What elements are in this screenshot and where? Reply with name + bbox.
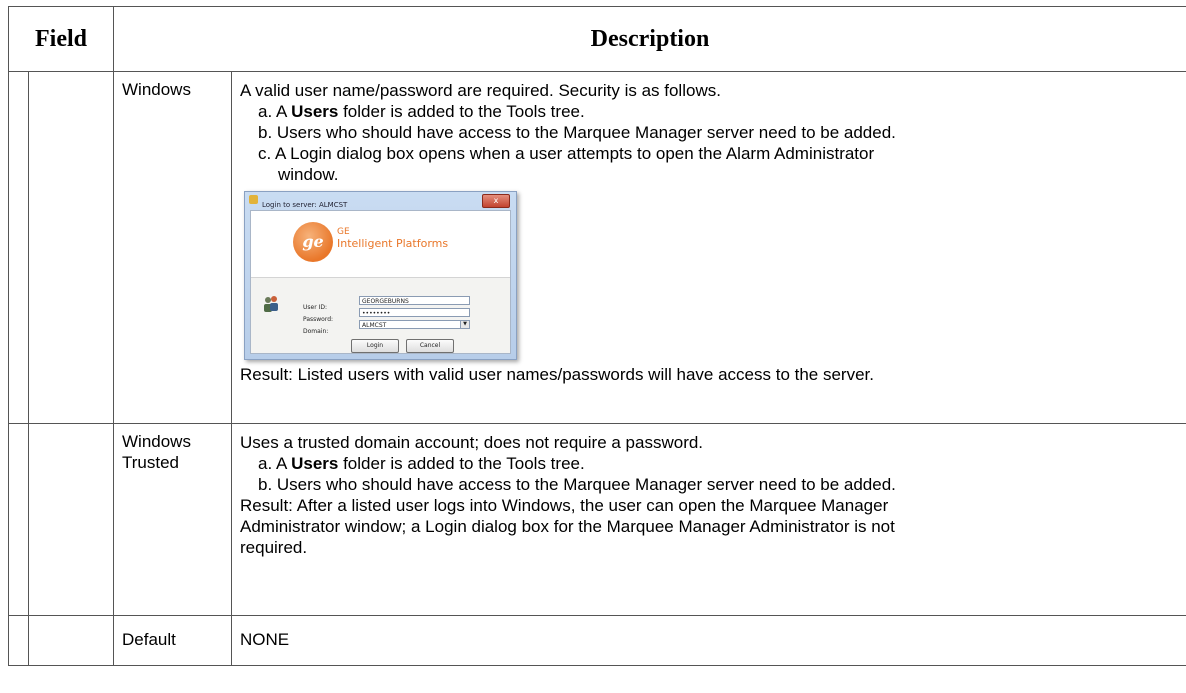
list-item: a. A Users folder is added to the Tools …: [240, 101, 1178, 122]
indent-cell: [28, 423, 114, 616]
indent-cell: [8, 615, 29, 666]
users-icon: [264, 296, 278, 312]
user-id-field: GEORGEBURNS: [359, 296, 470, 305]
login-button: Login: [351, 339, 399, 353]
table-row: Windows A valid user name/password are r…: [8, 71, 1186, 424]
description-cell: NONE: [231, 615, 1186, 666]
ge-logo: ge: [293, 222, 333, 262]
field-name-cell: Default: [113, 615, 232, 666]
table-header-row: Field Description: [8, 6, 1186, 72]
field-column-header: Field: [8, 6, 114, 72]
dialog-titlebar: Login to server: ALMCST x: [245, 192, 516, 209]
description-text: A valid user name/password are required.…: [232, 72, 1186, 393]
description-intro: Uses a trusted domain account; does not …: [240, 433, 704, 452]
cancel-button: Cancel: [406, 339, 454, 353]
users-folder-name: Users: [291, 102, 339, 121]
close-icon: x: [482, 194, 510, 208]
description-intro: A valid user name/password are required.…: [240, 81, 721, 100]
description-text: Uses a trusted domain account; does not …: [232, 424, 1186, 558]
result-line: required.: [240, 538, 308, 557]
dialog-body: ge GE Intelligent Platforms User ID: GEO…: [250, 210, 511, 354]
lock-icon: [249, 195, 258, 204]
result-text: Result: Listed users with valid user nam…: [240, 365, 874, 384]
table-row: Windows Trusted Uses a trusted domain ac…: [8, 423, 1186, 616]
login-dialog-image: Login to server: ALMCST x ge GE Intellig…: [244, 191, 517, 360]
field-name-cell: Windows Trusted: [113, 423, 232, 616]
field-name: Default: [122, 630, 176, 649]
result-line: Administrator window; a Login dialog box…: [240, 517, 895, 536]
list-item-suffix: folder is added to the Tools tree.: [338, 102, 585, 121]
domain-label: Domain:: [303, 328, 329, 335]
domain-value: ALMCST: [362, 322, 387, 329]
list-item-continuation: window.: [278, 165, 339, 184]
list-item: c. A Login dialog box opens when a user …: [240, 143, 1178, 185]
field-name: Windows Trusted: [114, 424, 231, 473]
field-name-line: Windows: [122, 432, 191, 451]
field-name-line: Trusted: [122, 453, 180, 472]
list-item-prefix: a. A: [258, 454, 292, 473]
password-field: ••••••••: [359, 308, 470, 317]
field-name-cell: Windows: [113, 71, 232, 424]
brand-line-2: Intelligent Platforms: [337, 237, 449, 250]
list-item: b. Users who should have access to the M…: [258, 475, 896, 494]
domain-select: ALMCST ▼: [359, 320, 470, 329]
table-row: Default NONE: [8, 615, 1186, 666]
field-name: Windows: [122, 80, 191, 99]
description-column-header: Description: [113, 6, 1186, 72]
description-cell: A valid user name/password are required.…: [231, 71, 1186, 424]
list-item-suffix: folder is added to the Tools tree.: [338, 454, 585, 473]
description-cell: Uses a trusted domain account; does not …: [231, 423, 1186, 616]
indent-cell: [28, 71, 114, 424]
indent-cell: [8, 423, 29, 616]
description-text: NONE: [240, 630, 290, 649]
indent-cell: [28, 615, 114, 666]
list-item: b. Users who should have access to the M…: [258, 123, 896, 142]
list-item-line: c. A Login dialog box opens when a user …: [258, 144, 875, 163]
indent-cell: [8, 71, 29, 424]
users-folder-name: Users: [291, 454, 339, 473]
list-item-prefix: a. A: [258, 102, 292, 121]
list-item: a. A Users folder is added to the Tools …: [240, 453, 1178, 474]
dialog-banner: ge GE Intelligent Platforms: [251, 211, 510, 278]
field-description-table: Field Description Windows A valid user n…: [8, 6, 1186, 666]
brand-text: GE Intelligent Platforms: [337, 226, 448, 250]
result-line: Result: After a listed user logs into Wi…: [240, 496, 889, 515]
chevron-down-icon: ▼: [460, 321, 469, 328]
